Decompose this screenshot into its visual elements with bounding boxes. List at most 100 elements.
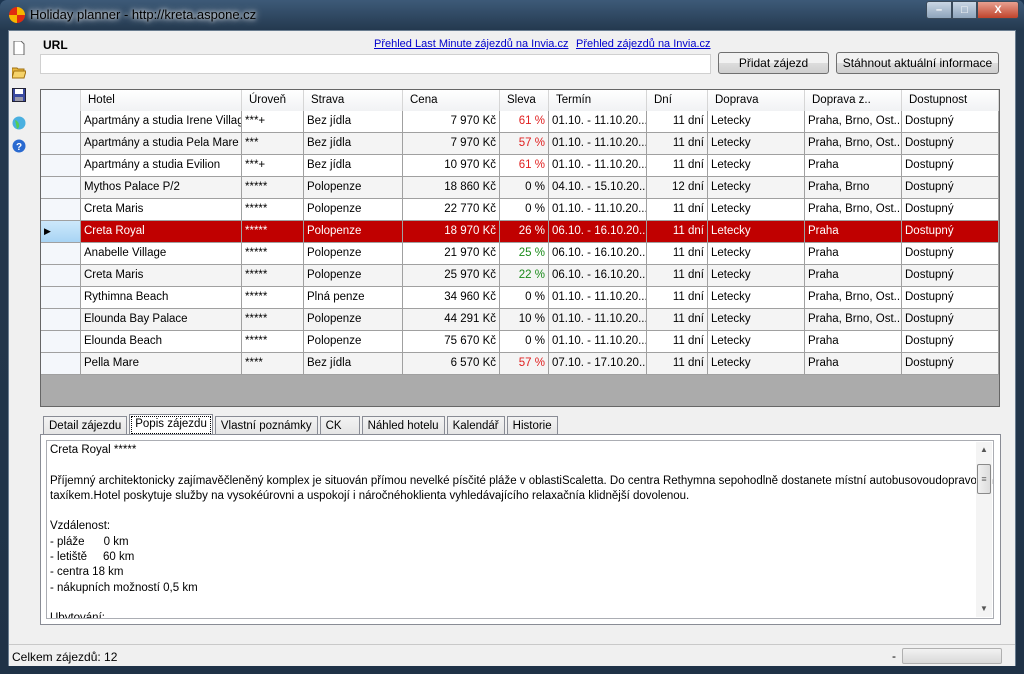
- cell-doprava[interactable]: Letecky: [708, 243, 805, 265]
- cell-strava[interactable]: Polopenze: [304, 177, 403, 199]
- column-header-5[interactable]: Termín: [549, 90, 647, 112]
- tab-0[interactable]: Detail zájezdu: [43, 416, 128, 436]
- cell-doprava[interactable]: Letecky: [708, 265, 805, 287]
- cell-sleva[interactable]: 10 %: [500, 309, 549, 331]
- column-header-6[interactable]: Dní: [647, 90, 708, 112]
- row-header[interactable]: [41, 309, 81, 331]
- cell-rove[interactable]: ***: [242, 133, 304, 155]
- cell-termn[interactable]: 06.10. - 16.10.20...: [549, 243, 647, 265]
- cell-dn[interactable]: 11 dní: [647, 111, 708, 133]
- cell-dostupnost[interactable]: Dostupný: [902, 133, 999, 155]
- cell-dn[interactable]: 11 dní: [647, 265, 708, 287]
- cell-dn[interactable]: 11 dní: [647, 199, 708, 221]
- cell-termn[interactable]: 06.10. - 16.10.20...: [549, 265, 647, 287]
- row-header[interactable]: [41, 331, 81, 353]
- cell-rove[interactable]: ****: [242, 353, 304, 375]
- table-row[interactable]: Rythimna Beach ***** Plná penze 34 960 Kč 0 …: [41, 287, 999, 309]
- cell-cena[interactable]: 6 570 Kč: [403, 353, 500, 375]
- cell-dopravaz[interactable]: Praha: [805, 155, 902, 177]
- cell-sleva[interactable]: 0 %: [500, 177, 549, 199]
- cell-termn[interactable]: 01.10. - 11.10.20...: [549, 133, 647, 155]
- row-header[interactable]: [41, 111, 81, 133]
- cell-termn[interactable]: 04.10. - 15.10.20...: [549, 177, 647, 199]
- cell-termn[interactable]: 07.10. - 17.10.20...: [549, 353, 647, 375]
- cell-termn[interactable]: 01.10. - 11.10.20...: [549, 331, 647, 353]
- cell-termn[interactable]: 01.10. - 11.10.20...: [549, 199, 647, 221]
- cell-rove[interactable]: *****: [242, 265, 304, 287]
- column-header-0[interactable]: Hotel: [81, 90, 242, 112]
- cell-hotel[interactable]: Pella Mare: [81, 353, 242, 375]
- cell-cena[interactable]: 22 770 Kč: [403, 199, 500, 221]
- cell-hotel[interactable]: Creta Maris: [81, 265, 242, 287]
- save-icon[interactable]: [12, 88, 26, 102]
- cell-cena[interactable]: 7 970 Kč: [403, 111, 500, 133]
- cell-termn[interactable]: 06.10. - 16.10.20...: [549, 221, 647, 243]
- column-header-9[interactable]: Dostupnost: [902, 90, 999, 112]
- cell-cena[interactable]: 34 960 Kč: [403, 287, 500, 309]
- cell-rove[interactable]: *****: [242, 287, 304, 309]
- table-row[interactable]: Pella Mare **** Bez jídla 6 570 Kč 57 % 07.10…: [41, 353, 999, 375]
- cell-termn[interactable]: 01.10. - 11.10.20...: [549, 155, 647, 177]
- column-header-1[interactable]: Úroveň: [242, 90, 304, 112]
- cell-dopravaz[interactable]: Praha: [805, 353, 902, 375]
- cell-doprava[interactable]: Letecky: [708, 111, 805, 133]
- cell-dopravaz[interactable]: Praha, Brno: [805, 177, 902, 199]
- row-header[interactable]: [41, 133, 81, 155]
- cell-doprava[interactable]: Letecky: [708, 221, 805, 243]
- description-textbox[interactable]: Creta Royal ***** Příjemný architektonic…: [46, 440, 994, 619]
- tab-2[interactable]: Vlastní poznámky: [214, 416, 318, 436]
- cell-dopravaz[interactable]: Praha: [805, 265, 902, 287]
- cell-strava[interactable]: Bez jídla: [304, 111, 403, 133]
- cell-dopravaz[interactable]: Praha: [805, 221, 902, 243]
- cell-hotel[interactable]: Creta Royal: [81, 221, 242, 243]
- cell-hotel[interactable]: Mythos Palace P/2: [81, 177, 242, 199]
- cell-hotel[interactable]: Apartmány a studia Irene Village: [81, 111, 242, 133]
- close-button[interactable]: X: [977, 1, 1019, 19]
- column-header-8[interactable]: Doprava z..: [805, 90, 902, 112]
- cell-strava[interactable]: Polopenze: [304, 309, 403, 331]
- table-row[interactable]: Mythos Palace P/2 ***** Polopenze 18 860 Kč…: [41, 177, 999, 199]
- add-tour-button[interactable]: Přidat zájezd: [718, 52, 829, 74]
- table-row[interactable]: ▶ Creta Royal ***** Polopenze 18 970 Kč 26 % 0…: [41, 221, 999, 243]
- cell-sleva[interactable]: 0 %: [500, 199, 549, 221]
- column-header-7[interactable]: Doprava: [708, 90, 805, 112]
- cell-cena[interactable]: 10 970 Kč: [403, 155, 500, 177]
- cell-rove[interactable]: *****: [242, 177, 304, 199]
- cell-hotel[interactable]: Apartmány a studia Evilion: [81, 155, 242, 177]
- cell-sleva[interactable]: 0 %: [500, 331, 549, 353]
- row-header[interactable]: [41, 353, 81, 375]
- column-header-4[interactable]: Sleva: [500, 90, 549, 112]
- cell-termn[interactable]: 01.10. - 11.10.20...: [549, 287, 647, 309]
- cell-hotel[interactable]: Elounda Bay Palace: [81, 309, 242, 331]
- cell-rove[interactable]: *****: [242, 331, 304, 353]
- cell-sleva[interactable]: 25 %: [500, 243, 549, 265]
- minimize-button[interactable]: –: [926, 1, 952, 19]
- tab-6[interactable]: Historie: [506, 416, 558, 436]
- open-folder-icon[interactable]: [12, 65, 26, 79]
- cell-strava[interactable]: Bez jídla: [304, 133, 403, 155]
- cell-doprava[interactable]: Letecky: [708, 155, 805, 177]
- cell-cena[interactable]: 18 970 Kč: [403, 221, 500, 243]
- title-bar[interactable]: Holiday planner - http://kreta.aspone.cz…: [0, 0, 1024, 30]
- cell-rove[interactable]: *****: [242, 243, 304, 265]
- scroll-up-icon[interactable]: ▲: [976, 442, 992, 458]
- cell-hotel[interactable]: Apartmány a studia Pela Mare: [81, 133, 242, 155]
- cell-sleva[interactable]: 57 %: [500, 133, 549, 155]
- cell-strava[interactable]: Bez jídla: [304, 155, 403, 177]
- last-minute-link[interactable]: Přehled Last Minute zájezdů na Invia.cz: [374, 38, 568, 50]
- cell-rove[interactable]: ***+: [242, 155, 304, 177]
- cell-dopravaz[interactable]: Praha, Brno, Ost...: [805, 133, 902, 155]
- web-globe-icon[interactable]: [12, 116, 26, 130]
- row-header[interactable]: [41, 199, 81, 221]
- row-header[interactable]: [41, 265, 81, 287]
- cell-cena[interactable]: 25 970 Kč: [403, 265, 500, 287]
- table-row[interactable]: Creta Maris ***** Polopenze 22 770 Kč 0 % 01.…: [41, 199, 999, 221]
- cell-dn[interactable]: 11 dní: [647, 331, 708, 353]
- cell-doprava[interactable]: Letecky: [708, 133, 805, 155]
- cell-strava[interactable]: Bez jídla: [304, 353, 403, 375]
- cell-doprava[interactable]: Letecky: [708, 177, 805, 199]
- table-row[interactable]: Anabelle Village ***** Polopenze 21 970 Kč 2…: [41, 243, 999, 265]
- cell-termn[interactable]: 01.10. - 11.10.20...: [549, 111, 647, 133]
- cell-strava[interactable]: Polopenze: [304, 265, 403, 287]
- scroll-down-icon[interactable]: ▼: [976, 601, 992, 617]
